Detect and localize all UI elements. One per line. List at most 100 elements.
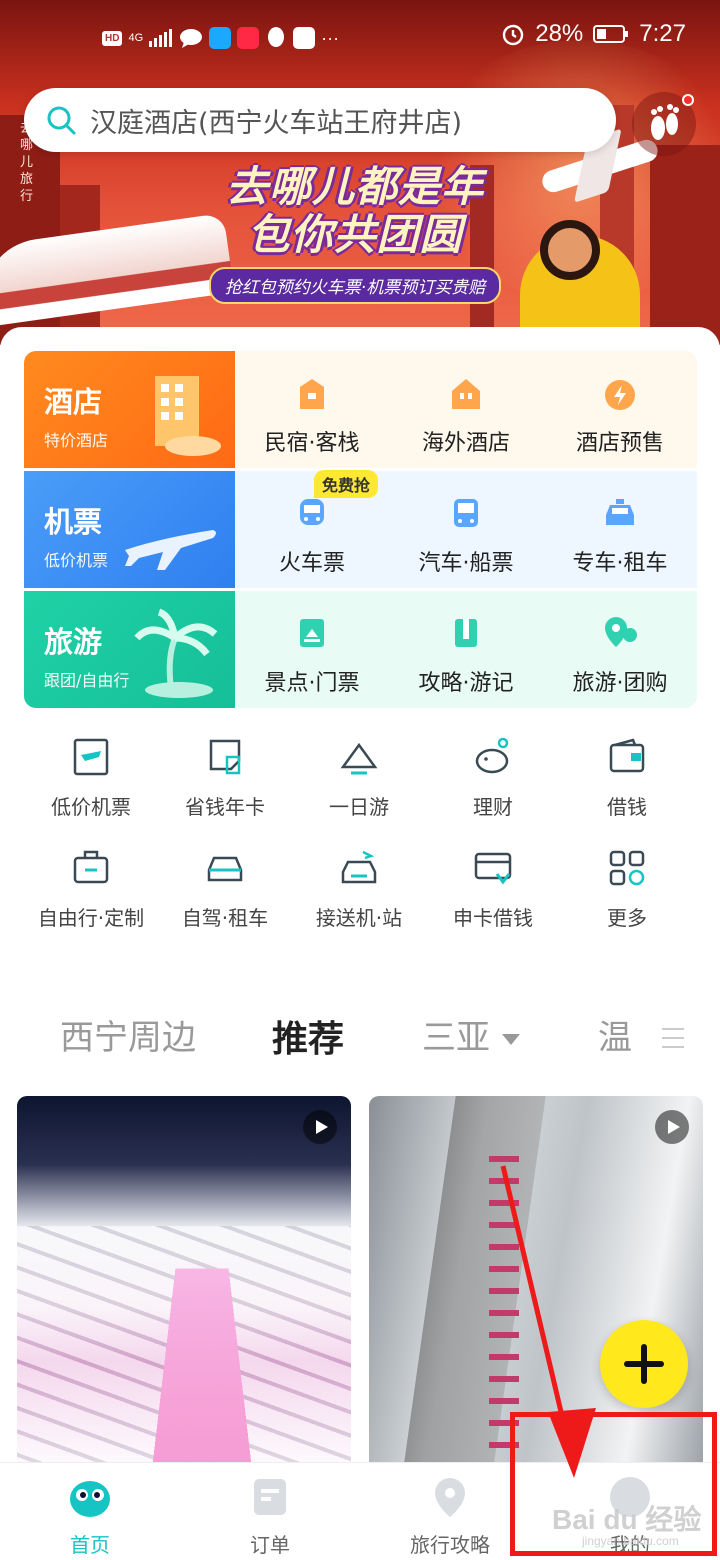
banner-slogan: 去哪儿都是年 包你共团圆 抢红包预约火车票·机票预订买贵赔 [190,163,520,304]
house-icon [300,379,324,409]
status-right: 28% 7:27 [501,20,686,48]
suitcase-icon [73,850,109,884]
notification-dot [682,94,694,106]
hd-badge: HD [102,30,123,46]
more-status-icon: ··· [321,27,340,48]
flash-sale-icon [605,380,635,410]
status-bar: HD 4G ··· 28% 7:27 [0,20,720,64]
nav-orders-label: 订单 [250,1533,290,1557]
homestay-tile[interactable]: 民宿·客栈 [235,351,389,468]
plus-icon [624,1344,664,1384]
group-buy-tile[interactable]: 旅游·团购 [543,591,697,708]
quick-link-card-loan[interactable]: 申卡借钱 [426,848,560,948]
search-icon [47,106,76,135]
search-placeholder: 汉庭酒店(西宁火车站王府井店) [90,107,463,139]
qq-icon [268,27,285,47]
guides-label: 攻略·游记 [418,671,514,696]
palm-island-icon [134,608,218,698]
network-label: 4G [128,32,144,44]
slogan-line-2: 包你共团圆 [247,210,463,259]
travel-row-bg: 景点·门票 攻略·游记 旅游·团购 [235,591,697,708]
nav-orders[interactable]: 订单 [180,1463,360,1560]
credit-card-icon [474,852,512,885]
person-head-illustration [540,220,600,280]
quick-link-label: 自驾·租车 [181,906,269,930]
guides-tile[interactable]: 攻略·游记 [389,591,543,708]
group-buy-label: 旅游·团购 [572,671,668,696]
feed-tabs: 西宁周边 推荐 三亚 温 [0,1010,720,1070]
play-icon [655,1110,689,1144]
quick-link-finance[interactable]: 理财 [426,737,560,837]
baidu-watermark: Bai du 经验 [552,1504,702,1535]
hotel-building-icon [155,376,221,456]
tab-recommended[interactable]: 推荐 [266,1010,351,1062]
footprint-button[interactable] [632,92,696,156]
quick-link-label: 借钱 [607,795,647,819]
flight-row-bg: 火车票 汽车·船票 专车·租车 [235,471,697,588]
add-button[interactable] [600,1320,688,1408]
tab-xining-nearby[interactable]: 西宁周边 [60,1010,196,1059]
bus-tile[interactable]: 汽车·船票 [389,471,543,588]
slogan-line-1: 去哪儿都是年 [225,162,484,211]
overseas-hotel-icon [452,379,480,409]
quick-link-label: 低价机票 [51,795,131,819]
quick-link-self-drive[interactable]: 自驾·租车 [158,848,292,948]
nav-home-label: 首页 [70,1533,110,1557]
quick-link-annual-card[interactable]: 省钱年卡 [158,737,292,837]
map-pin-icon [605,617,637,647]
browser-app-icon [293,27,316,49]
train-icon [300,499,324,525]
signal-icon [149,29,173,47]
tab-partial[interactable]: 温 [598,1010,632,1059]
car-service-label: 专车·租车 [572,551,668,576]
hotel-presale-tile[interactable]: 酒店预售 [543,351,697,468]
overseas-hotel-tile[interactable]: 海外酒店 [389,351,543,468]
taxi-icon [606,499,634,525]
attractions-tile[interactable]: 景点·门票 [235,591,389,708]
tab-sanya[interactable]: 三亚 [422,1010,520,1059]
menu-icon[interactable] [662,1028,684,1048]
chevron-down-icon [502,1034,520,1045]
grid-icon [609,850,645,886]
car-service-tile[interactable]: 专车·租车 [543,471,697,588]
order-icon [254,1479,286,1515]
bus-label: 汽车·船票 [418,551,514,576]
hotel-tile[interactable]: 酒店 特价酒店 [24,351,235,468]
piggy-bank-icon [475,737,509,774]
quick-link-custom-tour[interactable]: 自由行·定制 [24,848,158,948]
travel-tile[interactable]: 旅游 跟团/自由行 [24,591,235,708]
free-grab-badge: 免费抢 [314,470,379,498]
xiaohongshu-icon [237,27,260,49]
quick-link-label: 自由行·定制 [37,906,145,930]
attractions-label: 景点·门票 [264,671,360,696]
tab-recommended-label: 推荐 [272,1019,345,1060]
quick-link-transfer[interactable]: 接送机·站 [292,848,426,948]
bus-icon [454,499,478,527]
play-icon [303,1110,337,1144]
quick-link-label: 申卡借钱 [453,906,533,930]
ticket-icon [300,619,324,647]
search-bar[interactable]: 汉庭酒店(西宁火车站王府井店) [24,88,616,152]
train-label: 火车票 [278,551,345,576]
car-icon [207,856,243,882]
flight-tile[interactable]: 机票 低价机票 [24,471,235,588]
quick-link-label: 接送机·站 [315,906,403,930]
slogan-subtitle: 抢红包预约火车票·机票预订买贵赔 [208,267,502,304]
airplane-icon [125,530,216,570]
nav-home[interactable]: 首页 [0,1463,180,1560]
feed-card-snow-town[interactable] [17,1096,351,1476]
hotel-row-bg: 民宿·客栈 海外酒店 酒店预售 [235,351,697,468]
main-service-grid: 酒店 特价酒店 民宿·客栈 海外酒店 酒店预售 机票 低价机票 火车票 汽车·船… [24,351,697,708]
quick-link-borrow[interactable]: 借钱 [560,737,694,837]
shuttle-icon [341,850,377,884]
quick-link-cheap-flights[interactable]: 低价机票 [24,737,158,837]
battery-percent: 28% [535,20,584,47]
quick-link-more[interactable]: 更多 [560,848,694,948]
clock: 7:27 [639,20,686,47]
baidu-watermark-url: jingyan.baidu.com [582,1534,679,1548]
quick-link-label: 更多 [607,906,647,930]
home-mascot-icon [70,1481,110,1517]
quick-link-label: 省钱年卡 [185,795,265,819]
quick-link-day-tour[interactable]: 一日游 [292,737,426,837]
message-icon [180,29,203,48]
